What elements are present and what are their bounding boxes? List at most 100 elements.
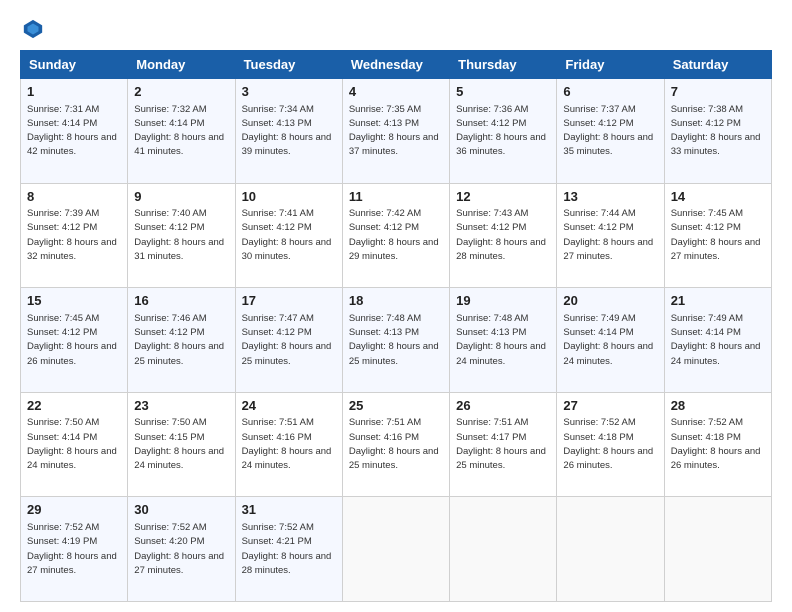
day-cell: 13 Sunrise: 7:44 AMSunset: 4:12 PMDayligh… — [557, 183, 664, 288]
day-info: Sunrise: 7:42 AMSunset: 4:12 PMDaylight:… — [349, 208, 439, 262]
day-info: Sunrise: 7:45 AMSunset: 4:12 PMDaylight:… — [27, 313, 117, 367]
day-cell: 1 Sunrise: 7:31 AMSunset: 4:14 PMDaylight… — [21, 79, 128, 184]
day-info: Sunrise: 7:37 AMSunset: 4:12 PMDaylight:… — [563, 104, 653, 158]
header — [20, 18, 772, 40]
day-cell: 20Sunrise: 7:49 AMSunset: 4:14 PMDayligh… — [557, 288, 664, 393]
day-number: 14 — [671, 188, 765, 206]
day-info: Sunrise: 7:52 AMSunset: 4:18 PMDaylight:… — [671, 417, 761, 471]
day-cell — [450, 497, 557, 602]
weekday-header-tuesday: Tuesday — [235, 51, 342, 79]
day-info: Sunrise: 7:35 AMSunset: 4:13 PMDaylight:… — [349, 104, 439, 158]
day-cell — [557, 497, 664, 602]
day-cell: 26Sunrise: 7:51 AMSunset: 4:17 PMDayligh… — [450, 392, 557, 497]
day-number: 17 — [242, 292, 336, 310]
day-cell: 9 Sunrise: 7:40 AMSunset: 4:12 PMDaylight… — [128, 183, 235, 288]
day-cell: 22Sunrise: 7:50 AMSunset: 4:14 PMDayligh… — [21, 392, 128, 497]
week-row-5: 29Sunrise: 7:52 AMSunset: 4:19 PMDayligh… — [21, 497, 772, 602]
day-cell: 29Sunrise: 7:52 AMSunset: 4:19 PMDayligh… — [21, 497, 128, 602]
day-info: Sunrise: 7:48 AMSunset: 4:13 PMDaylight:… — [456, 313, 546, 367]
day-cell: 28 Sunrise: 7:52 AMSunset: 4:18 PMDayligh… — [664, 392, 771, 497]
day-info: Sunrise: 7:38 AMSunset: 4:12 PMDaylight:… — [671, 104, 761, 158]
day-number: 10 — [242, 188, 336, 206]
day-cell: 7 Sunrise: 7:38 AMSunset: 4:12 PMDaylight… — [664, 79, 771, 184]
day-cell: 12 Sunrise: 7:43 AMSunset: 4:12 PMDayligh… — [450, 183, 557, 288]
day-cell: 15 Sunrise: 7:45 AMSunset: 4:12 PMDayligh… — [21, 288, 128, 393]
day-info: Sunrise: 7:41 AMSunset: 4:12 PMDaylight:… — [242, 208, 332, 262]
day-number: 15 — [27, 292, 121, 310]
day-number: 25 — [349, 397, 443, 415]
day-number: 13 — [563, 188, 657, 206]
day-number: 8 — [27, 188, 121, 206]
calendar-table: SundayMondayTuesdayWednesdayThursdayFrid… — [20, 50, 772, 602]
day-cell: 4 Sunrise: 7:35 AMSunset: 4:13 PMDaylight… — [342, 79, 449, 184]
day-info: Sunrise: 7:49 AMSunset: 4:14 PMDaylight:… — [671, 313, 761, 367]
day-number: 29 — [27, 501, 121, 519]
day-info: Sunrise: 7:52 AMSunset: 4:21 PMDaylight:… — [242, 522, 332, 576]
day-info: Sunrise: 7:46 AMSunset: 4:12 PMDaylight:… — [134, 313, 224, 367]
day-cell: 24Sunrise: 7:51 AMSunset: 4:16 PMDayligh… — [235, 392, 342, 497]
weekday-header-sunday: Sunday — [21, 51, 128, 79]
weekday-header-monday: Monday — [128, 51, 235, 79]
day-cell — [664, 497, 771, 602]
day-number: 20 — [563, 292, 657, 310]
weekday-header-friday: Friday — [557, 51, 664, 79]
day-number: 27 — [563, 397, 657, 415]
day-number: 7 — [671, 83, 765, 101]
day-info: Sunrise: 7:40 AMSunset: 4:12 PMDaylight:… — [134, 208, 224, 262]
day-cell: 6Sunrise: 7:37 AMSunset: 4:12 PMDaylight… — [557, 79, 664, 184]
weekday-header-thursday: Thursday — [450, 51, 557, 79]
day-number: 4 — [349, 83, 443, 101]
day-info: Sunrise: 7:44 AMSunset: 4:12 PMDaylight:… — [563, 208, 653, 262]
week-row-3: 15 Sunrise: 7:45 AMSunset: 4:12 PMDayligh… — [21, 288, 772, 393]
day-cell: 19 Sunrise: 7:48 AMSunset: 4:13 PMDayligh… — [450, 288, 557, 393]
day-cell: 18Sunrise: 7:48 AMSunset: 4:13 PMDayligh… — [342, 288, 449, 393]
day-cell: 31 Sunrise: 7:52 AMSunset: 4:21 PMDayligh… — [235, 497, 342, 602]
day-cell: 5Sunrise: 7:36 AMSunset: 4:12 PMDaylight… — [450, 79, 557, 184]
week-row-1: 1 Sunrise: 7:31 AMSunset: 4:14 PMDaylight… — [21, 79, 772, 184]
day-info: Sunrise: 7:43 AMSunset: 4:12 PMDaylight:… — [456, 208, 546, 262]
day-number: 18 — [349, 292, 443, 310]
day-info: Sunrise: 7:50 AMSunset: 4:14 PMDaylight:… — [27, 417, 117, 471]
day-number: 3 — [242, 83, 336, 101]
day-cell: 14 Sunrise: 7:45 AMSunset: 4:12 PMDayligh… — [664, 183, 771, 288]
day-info: Sunrise: 7:51 AMSunset: 4:17 PMDaylight:… — [456, 417, 546, 471]
day-cell: 11Sunrise: 7:42 AMSunset: 4:12 PMDayligh… — [342, 183, 449, 288]
day-cell — [342, 497, 449, 602]
day-number: 21 — [671, 292, 765, 310]
day-number: 19 — [456, 292, 550, 310]
day-number: 9 — [134, 188, 228, 206]
day-cell: 3 Sunrise: 7:34 AMSunset: 4:13 PMDaylight… — [235, 79, 342, 184]
weekday-header-wednesday: Wednesday — [342, 51, 449, 79]
day-number: 28 — [671, 397, 765, 415]
day-number: 30 — [134, 501, 228, 519]
day-info: Sunrise: 7:36 AMSunset: 4:12 PMDaylight:… — [456, 104, 546, 158]
day-number: 23 — [134, 397, 228, 415]
weekday-header-saturday: Saturday — [664, 51, 771, 79]
day-info: Sunrise: 7:34 AMSunset: 4:13 PMDaylight:… — [242, 104, 332, 158]
day-info: Sunrise: 7:45 AMSunset: 4:12 PMDaylight:… — [671, 208, 761, 262]
day-info: Sunrise: 7:31 AMSunset: 4:14 PMDaylight:… — [27, 104, 117, 158]
logo — [20, 18, 44, 40]
day-cell: 17 Sunrise: 7:47 AMSunset: 4:12 PMDayligh… — [235, 288, 342, 393]
day-info: Sunrise: 7:50 AMSunset: 4:15 PMDaylight:… — [134, 417, 224, 471]
day-number: 2 — [134, 83, 228, 101]
week-row-4: 22Sunrise: 7:50 AMSunset: 4:14 PMDayligh… — [21, 392, 772, 497]
day-info: Sunrise: 7:52 AMSunset: 4:18 PMDaylight:… — [563, 417, 653, 471]
day-info: Sunrise: 7:51 AMSunset: 4:16 PMDaylight:… — [242, 417, 332, 471]
day-number: 1 — [27, 83, 121, 101]
logo-icon — [22, 18, 44, 40]
day-cell: 8Sunrise: 7:39 AMSunset: 4:12 PMDaylight… — [21, 183, 128, 288]
day-cell: 21 Sunrise: 7:49 AMSunset: 4:14 PMDayligh… — [664, 288, 771, 393]
weekday-header-row: SundayMondayTuesdayWednesdayThursdayFrid… — [21, 51, 772, 79]
day-info: Sunrise: 7:51 AMSunset: 4:16 PMDaylight:… — [349, 417, 439, 471]
day-cell: 27 Sunrise: 7:52 AMSunset: 4:18 PMDayligh… — [557, 392, 664, 497]
day-cell: 30 Sunrise: 7:52 AMSunset: 4:20 PMDayligh… — [128, 497, 235, 602]
day-number: 12 — [456, 188, 550, 206]
day-info: Sunrise: 7:52 AMSunset: 4:20 PMDaylight:… — [134, 522, 224, 576]
page: SundayMondayTuesdayWednesdayThursdayFrid… — [0, 0, 792, 612]
day-cell: 10 Sunrise: 7:41 AMSunset: 4:12 PMDayligh… — [235, 183, 342, 288]
day-info: Sunrise: 7:47 AMSunset: 4:12 PMDaylight:… — [242, 313, 332, 367]
day-cell: 25 Sunrise: 7:51 AMSunset: 4:16 PMDayligh… — [342, 392, 449, 497]
day-number: 31 — [242, 501, 336, 519]
day-cell: 23 Sunrise: 7:50 AMSunset: 4:15 PMDayligh… — [128, 392, 235, 497]
